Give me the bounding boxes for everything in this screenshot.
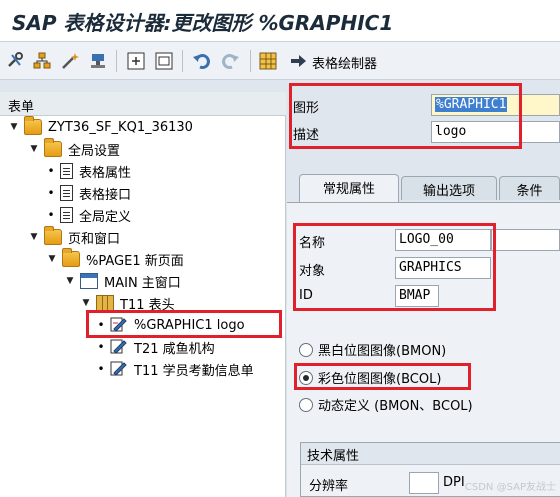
radio-button[interactable] <box>299 342 313 357</box>
radio-label: 动态定义 (BMON、BCOL) <box>318 399 473 414</box>
table-icon <box>96 295 114 311</box>
tree-item-label: 表格接口 <box>79 187 132 203</box>
header-highlight-box <box>289 83 522 149</box>
tree-item-label: %PAGE1 新页面 <box>86 253 184 269</box>
graphic-properties-panel: 图形 %GRAPHIC1 描述 logo 常规属性 输出选项 条件 名称 LOG… <box>287 80 560 497</box>
tree-item-label: T21 咸鱼机构 <box>134 341 215 357</box>
resolution-unit: DPI <box>443 475 465 490</box>
hierarchy-icon[interactable] <box>32 51 52 71</box>
folder-icon <box>24 116 42 135</box>
tab-output-options[interactable]: 输出选项 <box>401 176 497 200</box>
text-edit-icon <box>110 339 128 355</box>
expand-toggle-icon[interactable]: ▼ <box>46 254 58 264</box>
expand-toggle-icon[interactable]: ▼ <box>80 298 92 308</box>
tree-item-label: 全局定义 <box>79 209 132 225</box>
name-description-field[interactable] <box>491 229 560 251</box>
folder-icon <box>44 138 62 157</box>
radio-dynamic[interactable]: 动态定义 (BMON、BCOL) <box>299 395 473 414</box>
tab-general-attributes[interactable]: 常规属性 <box>299 174 399 202</box>
radio-bmon[interactable]: 黑白位图图像(BMON) <box>299 340 446 359</box>
document-icon <box>60 163 73 179</box>
expand-toggle-icon[interactable]: ▼ <box>64 276 76 286</box>
tree-item-main-window[interactable]: ▼ MAIN 主窗口 <box>64 270 181 292</box>
folder-icon <box>62 248 80 267</box>
grid-icon[interactable] <box>258 51 278 71</box>
tree-header: 表单 <box>0 92 286 116</box>
tree-item-label: T11 学员考勤信息单 <box>134 363 254 379</box>
document-icon <box>60 185 73 201</box>
tree-item-label: ZYT36_SF_KQ1_36130 <box>48 119 193 135</box>
resolution-label: 分辨率 <box>309 479 349 494</box>
tree-item-form-root[interactable]: ▼ ZYT36_SF_KQ1_36130 <box>8 116 193 138</box>
stamp-icon[interactable] <box>88 51 108 71</box>
radio-button[interactable] <box>299 397 313 412</box>
tree-item-label: MAIN 主窗口 <box>104 275 181 291</box>
general-highlight-box <box>293 223 496 311</box>
undo-icon[interactable] <box>192 51 212 71</box>
resolution-field[interactable] <box>409 472 439 494</box>
tree-item-label: 全局设置 <box>68 143 121 159</box>
window-title: SAP 表格设计器:更改图形 %GRAPHIC1 <box>12 11 394 35</box>
window-edit-icon[interactable] <box>154 51 174 71</box>
watermark: CSDN @SAP友战士 <box>464 482 556 493</box>
expand-toggle-icon[interactable]: ▼ <box>28 232 40 242</box>
expand-toggle-icon[interactable]: ▼ <box>8 122 20 132</box>
toolbar: 表格绘制器 <box>0 42 560 80</box>
expand-toggle-icon[interactable]: ▼ <box>28 144 40 154</box>
window-add-icon[interactable] <box>126 51 146 71</box>
tree-item-label: 页和窗口 <box>68 231 121 247</box>
table-painter-button[interactable]: 表格绘制器 <box>312 53 377 72</box>
tree-item-pages-windows[interactable]: ▼ 页和窗口 <box>28 226 120 248</box>
tree-item-form-attributes[interactable]: • 表格属性 <box>46 160 131 182</box>
arrow-right-icon[interactable] <box>288 51 308 71</box>
tree-item-global-settings[interactable]: ▼ 全局设置 <box>28 138 120 160</box>
tree-item-t21[interactable]: • T21 咸鱼机构 <box>96 336 215 358</box>
color-bitmap-highlight-box <box>294 363 471 390</box>
tree-item-global-definitions[interactable]: • 全局定义 <box>46 204 131 226</box>
tree-header-label: 表单 <box>8 100 35 115</box>
window-icon <box>80 273 98 289</box>
document-icon <box>60 207 73 223</box>
tools-icon[interactable] <box>6 51 26 71</box>
title-bar: SAP 表格设计器:更改图形 %GRAPHIC1 <box>0 0 560 42</box>
tab-conditions[interactable]: 条件 <box>499 176 560 200</box>
text-edit-icon <box>110 361 128 377</box>
tree-item-t11-attendance[interactable]: • T11 学员考勤信息单 <box>96 358 254 380</box>
radio-label: 黑白位图图像(BMON) <box>318 344 447 359</box>
redo-icon[interactable] <box>220 51 240 71</box>
tab-bar: 常规属性 输出选项 条件 <box>287 174 560 202</box>
form-tree-panel: 表单 ▼ ZYT36_SF_KQ1_36130 ▼ 全局设置 • 表格属性 • … <box>0 92 286 497</box>
tree-item-form-interface[interactable]: • 表格接口 <box>46 182 131 204</box>
tree-item-label: 表格属性 <box>79 165 132 181</box>
selection-highlight-box <box>86 310 282 338</box>
tree-item-page1[interactable]: ▼ %PAGE1 新页面 <box>46 248 184 270</box>
folder-icon <box>44 226 62 245</box>
wand-icon[interactable] <box>60 51 80 71</box>
technical-attributes-title: 技术属性 <box>301 443 560 465</box>
